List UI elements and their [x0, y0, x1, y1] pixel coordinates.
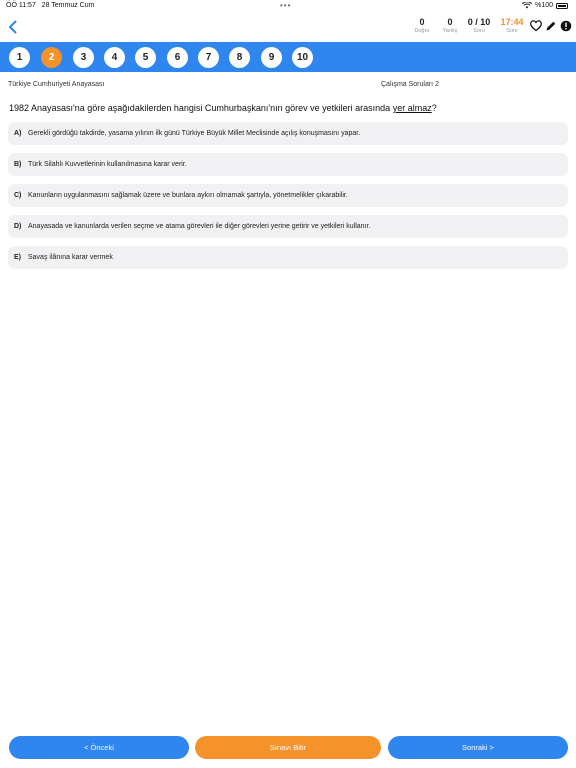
stat-correct: 0 Doğru	[414, 17, 430, 34]
stat-questions: 0 / 10 Soru	[467, 17, 491, 34]
question-number-2[interactable]: 2	[41, 47, 62, 68]
status-right: %100	[522, 2, 568, 9]
option-text: Kanunların uygulanmasını sağlamak üzere …	[28, 192, 348, 199]
subject-label: Türkiye Cumhuriyeti Anayasası	[8, 81, 105, 88]
option-letter: A)	[14, 130, 22, 137]
question-number-6[interactable]: 6	[167, 47, 188, 68]
stat-timer: 17:44 Süre	[500, 17, 524, 34]
status-time: ÖÖ 11:57 28 Temmuz Cum	[6, 2, 95, 9]
finish-exam-button[interactable]: Sınavı Bitir	[195, 736, 381, 759]
series-label: Çalışma Soruları 2	[381, 81, 439, 88]
question-number-9[interactable]: 9	[261, 47, 282, 68]
wifi-icon	[522, 2, 533, 9]
stat-wrong: 0 Yanlış	[442, 17, 458, 34]
back-chevron-icon[interactable]	[5, 19, 21, 35]
option-text: Türk Silahlı Kuvvetlerinin kullanılmasın…	[28, 161, 187, 168]
top-bar: 0 Doğru 0 Yanlış 0 / 10 Soru 17:44 Süre	[0, 12, 576, 42]
question-number-8[interactable]: 8	[229, 47, 250, 68]
option-text: Anayasada ve kanunlarda verilen seçme ve…	[28, 223, 371, 230]
option-letter: B)	[14, 161, 22, 168]
question-number-4[interactable]: 4	[104, 47, 125, 68]
question-number-10[interactable]: 10	[292, 47, 313, 68]
battery-icon	[556, 2, 568, 9]
option-letter: C)	[14, 192, 22, 199]
option-text: Savaş ilânına karar vermek	[28, 254, 113, 261]
question-emphasis: yer almaz	[392, 103, 432, 113]
option-letter: D)	[14, 223, 22, 230]
answer-option-e[interactable]: E) Savaş ilânına karar vermek	[8, 246, 568, 269]
battery-percent: %100	[535, 2, 553, 9]
answer-option-a[interactable]: A) Gerekli gördüğü takdirde, yasama yılı…	[8, 122, 568, 145]
answer-option-b[interactable]: B) Türk Silahlı Kuvvetlerinin kullanılma…	[8, 153, 568, 176]
pencil-icon[interactable]	[545, 20, 557, 32]
previous-button[interactable]: < Önceki	[9, 736, 189, 759]
top-icons	[530, 20, 572, 32]
multitask-dots[interactable]: •••	[280, 1, 291, 10]
question-nav: 1 2 3 4 5 6 7 8 9 10	[0, 42, 576, 72]
question-number-1[interactable]: 1	[9, 47, 30, 68]
option-letter: E)	[14, 254, 21, 261]
question-number-7[interactable]: 7	[198, 47, 219, 68]
option-text: Gerekli gördüğü takdirde, yasama yılının…	[28, 130, 361, 137]
answer-option-d[interactable]: D) Anayasada ve kanunlarda verilen seçme…	[8, 215, 568, 238]
question-number-3[interactable]: 3	[73, 47, 94, 68]
alert-icon[interactable]	[560, 20, 572, 32]
question-number-5[interactable]: 5	[135, 47, 156, 68]
next-button[interactable]: Sonraki >	[388, 736, 568, 759]
answer-option-c[interactable]: C) Kanunların uygulanmasını sağlamak üze…	[8, 184, 568, 207]
question-text: 1982 Anayasası'na göre aşağıdakilerden h…	[9, 103, 437, 113]
heart-icon[interactable]	[530, 20, 542, 32]
status-bar: ÖÖ 11:57 28 Temmuz Cum ••• %100	[0, 0, 576, 12]
